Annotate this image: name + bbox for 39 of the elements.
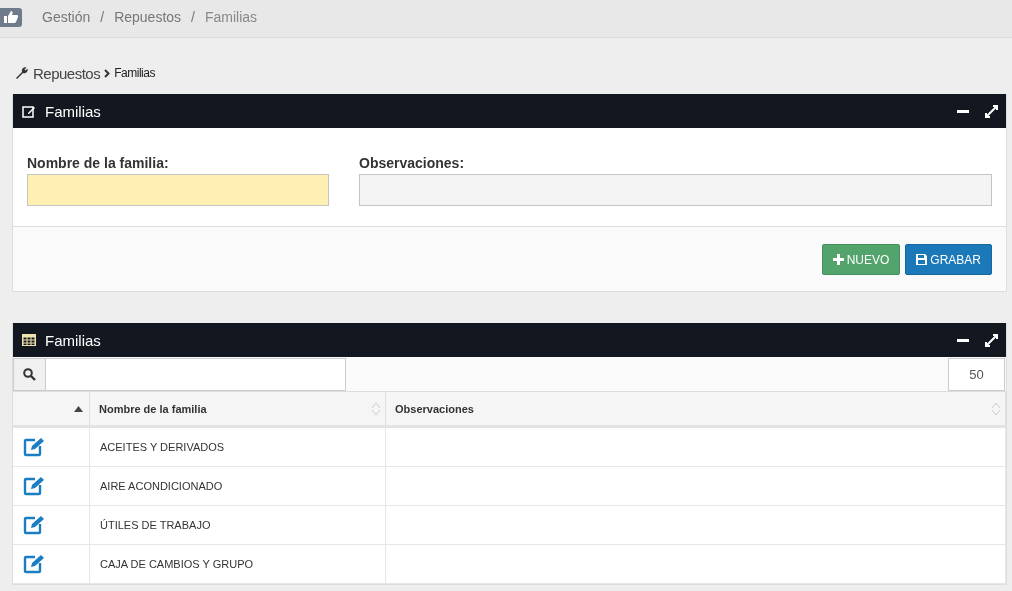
breadcrumb-link[interactable]: Gestión xyxy=(42,9,91,25)
table-cell: CAJA DE CAMBIOS Y GRUPO xyxy=(100,558,254,570)
edit-icon[interactable] xyxy=(23,554,45,574)
wrench-icon xyxy=(15,66,29,80)
breadcrumb-separator: / xyxy=(100,9,105,25)
table-cell: ÚTILES DE TRABAJO xyxy=(100,519,211,531)
table-cell: ACEITES Y DERIVADOS xyxy=(100,441,225,453)
sort-icon xyxy=(991,401,1001,416)
edit-icon[interactable] xyxy=(23,437,45,457)
search-icon xyxy=(23,368,36,381)
breadcrumb-separator: / xyxy=(191,9,195,25)
new-button[interactable]: NUEVO xyxy=(821,244,901,275)
table-icon xyxy=(22,334,36,346)
expand-icon[interactable] xyxy=(985,104,998,118)
home-button[interactable] xyxy=(0,7,22,27)
section-title: Repuestos xyxy=(33,64,101,82)
edit-icon xyxy=(22,104,36,118)
plus-icon xyxy=(832,254,844,265)
breadcrumb-link[interactable]: Repuestos xyxy=(114,9,182,25)
page-title: Familias xyxy=(114,66,155,80)
thumbs-up-icon xyxy=(3,10,19,24)
sort-ascending-icon xyxy=(74,405,83,412)
column-header[interactable]: Nombre de la familia xyxy=(90,392,386,425)
edit-icon[interactable] xyxy=(23,476,45,496)
page-size-field[interactable]: 50 xyxy=(948,358,1005,391)
search-field[interactable] xyxy=(13,358,346,391)
expand-icon[interactable] xyxy=(985,333,998,347)
table-cell: AIRE ACONDICIONADO xyxy=(100,480,223,492)
panel-title: Familias xyxy=(45,331,101,349)
sort-icon xyxy=(371,401,381,416)
field-label: Nombre de la familia: xyxy=(27,155,170,171)
edit-icon[interactable] xyxy=(23,515,45,535)
input-field[interactable] xyxy=(359,174,992,206)
field-label: Observaciones: xyxy=(359,155,466,171)
panel-title: Familias xyxy=(45,102,101,120)
save-button[interactable]: GRABAR xyxy=(905,244,992,275)
chevron-icon xyxy=(104,68,111,78)
input-field[interactable] xyxy=(27,174,329,206)
column-header[interactable]: Observaciones xyxy=(386,392,1006,425)
